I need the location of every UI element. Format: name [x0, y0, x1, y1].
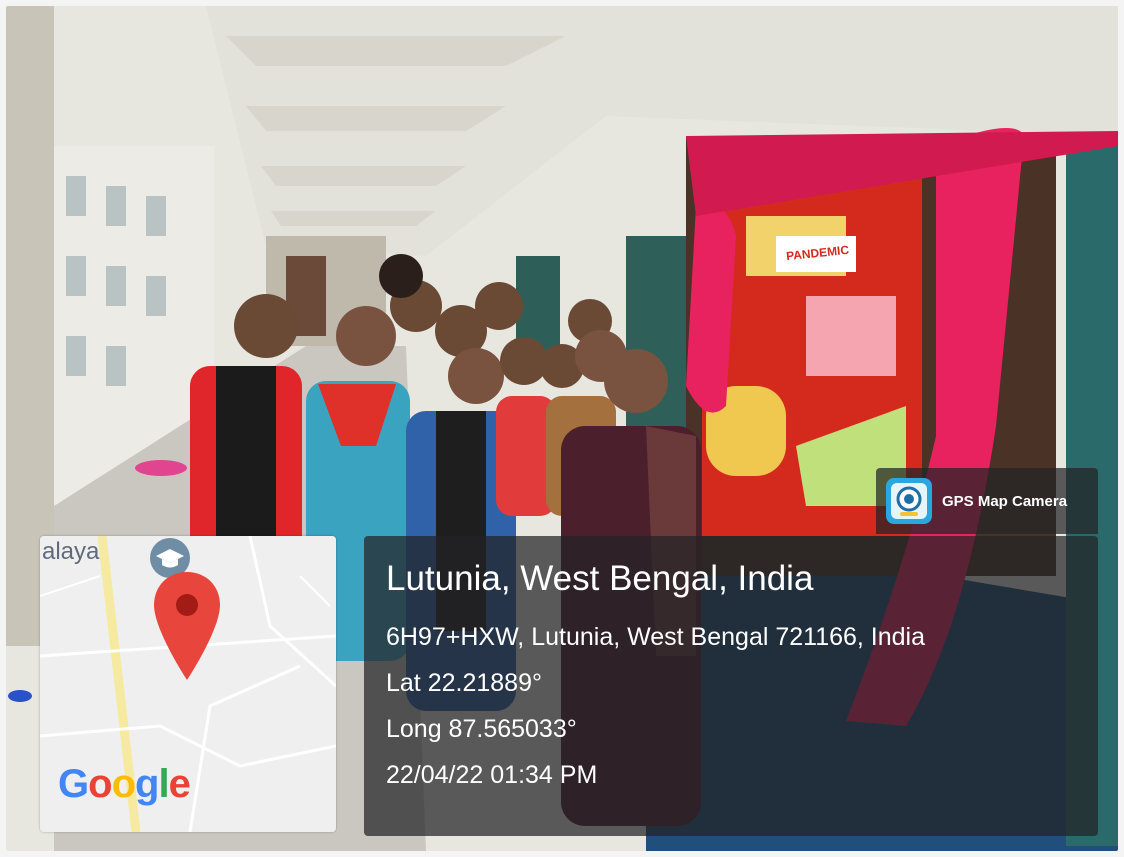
location-pin-icon [154, 572, 220, 680]
latitude-text: Lat 22.21889° [386, 669, 542, 697]
map-thumbnail[interactable]: alaya Google [40, 536, 336, 832]
google-letter: l [158, 762, 169, 806]
datetime-text: 22/04/22 01:34 PM [386, 761, 598, 789]
gps-camera-app-icon [886, 478, 932, 524]
location-address: 6H97+HXW, Lutunia, West Bengal 721166, I… [386, 623, 926, 651]
gps-app-name: GPS Map Camera [942, 492, 1068, 510]
location-title: Lutunia, West Bengal, India [386, 559, 814, 598]
google-letter: g [135, 762, 159, 806]
google-letter: G [58, 762, 89, 806]
google-logo: Google [58, 762, 191, 807]
map-place-label: alaya [42, 538, 100, 565]
google-letter: o [88, 762, 112, 806]
gps-map-camera-badge: GPS Map Camera [876, 468, 1098, 534]
location-info-panel: Lutunia, West Bengal, India 6H97+HXW, Lu… [364, 536, 1098, 836]
google-letter: e [168, 762, 191, 806]
google-letter: o [111, 762, 136, 806]
longitude-text: Long 87.565033° [386, 715, 577, 743]
